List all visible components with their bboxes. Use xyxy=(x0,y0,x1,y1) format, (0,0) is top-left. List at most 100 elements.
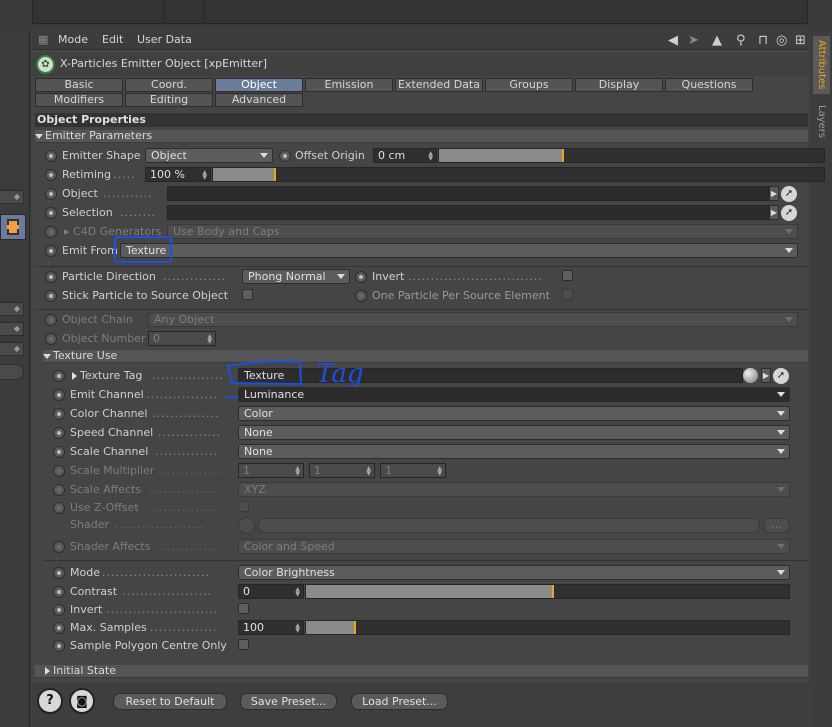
scale-multiplier-label: Scale Multiplier xyxy=(70,464,155,477)
anim-dot-icon[interactable] xyxy=(45,271,57,283)
tab-groups[interactable]: Groups xyxy=(485,78,573,92)
offset-origin-slider[interactable] xyxy=(438,148,825,163)
anim-dot-icon[interactable] xyxy=(53,370,65,382)
retiming-input[interactable]: 100 % ▲ ▼ xyxy=(145,167,211,182)
pick-cursor-icon[interactable]: ➚ xyxy=(773,368,789,384)
forward-arrow-icon[interactable]: ➤ xyxy=(688,33,699,48)
left-spin-1[interactable]: ◆ xyxy=(0,190,24,204)
tab-attributes[interactable]: Attributes xyxy=(813,36,830,94)
up-arrow-icon[interactable]: ▲ xyxy=(712,33,722,48)
slider-knob[interactable] xyxy=(354,621,357,634)
left-button[interactable] xyxy=(0,364,24,380)
mode-dropdown[interactable]: Color Brightness xyxy=(238,565,790,580)
anim-dot-icon[interactable] xyxy=(53,427,65,439)
anim-dot-icon[interactable] xyxy=(45,290,57,302)
tab-display[interactable]: Display xyxy=(575,78,663,92)
link-arrow-button[interactable]: ▶ xyxy=(769,186,779,201)
invert-checkbox[interactable] xyxy=(562,270,573,281)
anim-dot-icon[interactable] xyxy=(45,169,57,181)
tab-emission[interactable]: Emission xyxy=(305,78,393,92)
anim-dot-icon[interactable] xyxy=(355,271,367,283)
group-emitter-parameters[interactable]: Emitter Parameters xyxy=(35,130,808,143)
tab-modifiers[interactable]: Modifiers xyxy=(35,93,123,107)
film-icon[interactable] xyxy=(0,214,26,240)
object-link-field[interactable] xyxy=(167,186,769,201)
leader-dots: ..... xyxy=(113,168,136,181)
anim-dot-icon xyxy=(45,333,57,345)
leader-dots: .................... xyxy=(122,585,212,598)
max-samples-slider[interactable] xyxy=(305,620,790,635)
emit-channel-dropdown[interactable]: Luminance xyxy=(238,387,790,402)
anim-dot-icon xyxy=(53,465,65,477)
section-title: Object Properties xyxy=(35,113,808,127)
pick-cursor-icon[interactable]: ➚ xyxy=(781,205,797,221)
add-panel-icon[interactable]: ⊞ xyxy=(795,33,806,48)
color-channel-dropdown[interactable]: Color xyxy=(238,406,790,421)
anim-dot-icon[interactable] xyxy=(53,567,65,579)
tab-advanced[interactable]: Advanced xyxy=(215,93,303,107)
slider-knob[interactable] xyxy=(274,168,277,181)
annotation-highlight-box xyxy=(114,236,172,263)
scale-channel-label: Scale Channel xyxy=(70,445,149,458)
material-sphere-icon[interactable] xyxy=(743,368,758,383)
load-preset-button[interactable]: Load Preset... xyxy=(351,693,448,710)
link-arrow-button[interactable]: ▶ xyxy=(761,368,771,383)
group-initial-state[interactable]: Initial State xyxy=(35,665,808,678)
menu-mode[interactable]: Mode xyxy=(58,33,88,46)
left-spin-3[interactable]: ◆ xyxy=(0,322,24,336)
tab-basic[interactable]: Basic xyxy=(35,78,123,92)
max-samples-input[interactable]: 100 ▲ ▼ xyxy=(238,620,304,635)
link-arrow-button[interactable]: ▶ xyxy=(769,205,779,220)
texture-invert-checkbox[interactable] xyxy=(238,603,249,614)
anim-dot-icon[interactable] xyxy=(45,245,57,257)
anim-dot-icon[interactable] xyxy=(53,604,65,616)
tab-object[interactable]: Object xyxy=(215,78,303,92)
save-preset-button[interactable]: Save Preset... xyxy=(240,693,337,710)
group-texture-use[interactable]: Texture Use xyxy=(43,350,808,363)
back-arrow-icon[interactable]: ◀ xyxy=(668,33,678,48)
tab-layers[interactable]: Layers xyxy=(813,100,830,144)
slider-knob[interactable] xyxy=(562,149,565,162)
left-spin-4[interactable]: ◆ xyxy=(0,342,24,356)
particle-direction-label: Particle Direction xyxy=(62,270,156,283)
tab-editing[interactable]: Editing xyxy=(125,93,213,107)
menu-edit[interactable]: Edit xyxy=(102,33,123,46)
menu-user-data[interactable]: User Data xyxy=(137,33,192,46)
camera-icon[interactable]: ◙ xyxy=(69,688,95,714)
anim-dot-icon[interactable] xyxy=(45,188,57,200)
tab-extended-data[interactable]: Extended Data xyxy=(395,78,483,92)
retiming-slider[interactable] xyxy=(212,167,825,182)
reset-to-default-button[interactable]: Reset to Default xyxy=(113,693,227,710)
anim-dot-icon xyxy=(53,484,65,496)
emit-from-dropdown[interactable]: Texture xyxy=(120,243,798,258)
anim-dot-icon[interactable] xyxy=(53,389,65,401)
search-icon[interactable]: ⚲ xyxy=(736,33,746,48)
sample-polygon-checkbox[interactable] xyxy=(238,639,249,650)
lock-icon[interactable]: ⊓ xyxy=(758,33,768,48)
scale-channel-dropdown[interactable]: None xyxy=(238,444,790,459)
tab-coord[interactable]: Coord. xyxy=(125,78,213,92)
anim-dot-icon[interactable] xyxy=(53,622,65,634)
c4d-generators-dropdown: Use Body and Caps xyxy=(167,224,798,239)
selection-link-field[interactable] xyxy=(167,205,769,220)
emitter-shape-dropdown[interactable]: Object xyxy=(145,148,273,163)
anim-dot-icon[interactable] xyxy=(279,150,291,162)
stick-particle-checkbox[interactable] xyxy=(242,289,253,300)
anim-dot-icon[interactable] xyxy=(45,207,57,219)
help-icon[interactable]: ? xyxy=(37,688,63,714)
anim-dot-icon[interactable] xyxy=(45,150,57,162)
offset-origin-input[interactable]: 0 cm ▲ ▼ xyxy=(373,148,437,163)
particle-direction-dropdown[interactable]: Phong Normal xyxy=(242,269,350,284)
contrast-slider[interactable] xyxy=(305,584,790,599)
contrast-input[interactable]: 0 ▲ ▼ xyxy=(238,584,304,599)
anim-dot-icon[interactable] xyxy=(53,586,65,598)
pick-cursor-icon[interactable]: ➚ xyxy=(781,186,797,202)
tab-questions[interactable]: Questions xyxy=(665,78,753,92)
speed-channel-dropdown[interactable]: None xyxy=(238,425,790,440)
anim-dot-icon[interactable] xyxy=(53,640,65,652)
left-spin-2[interactable]: ◆ xyxy=(0,302,24,316)
target-icon[interactable]: ◎ xyxy=(776,33,787,48)
slider-knob[interactable] xyxy=(552,585,555,598)
anim-dot-icon[interactable] xyxy=(53,446,65,458)
anim-dot-icon[interactable] xyxy=(53,408,65,420)
